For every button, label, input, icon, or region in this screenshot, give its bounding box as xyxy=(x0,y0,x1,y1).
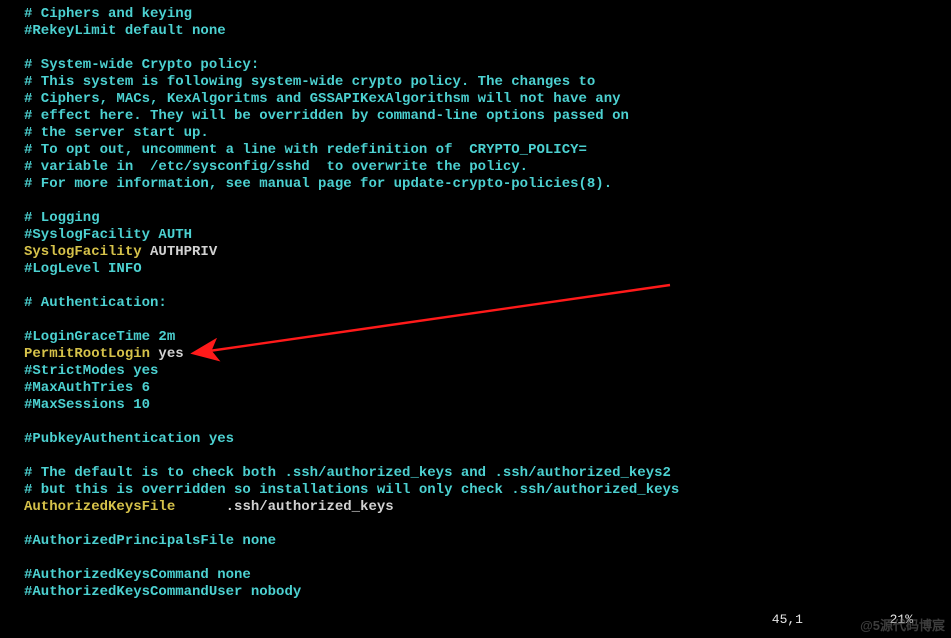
code-line xyxy=(24,448,941,465)
code-line: # variable in /etc/sysconfig/sshd to ove… xyxy=(24,159,941,176)
editor-viewport[interactable]: # Ciphers and keying#RekeyLimit default … xyxy=(24,6,941,608)
code-line xyxy=(24,193,941,210)
code-line: PermitRootLogin yes xyxy=(24,346,941,363)
code-line: #MaxAuthTries 6 xyxy=(24,380,941,397)
code-line: #AuthorizedKeysCommand none xyxy=(24,567,941,584)
code-line: # System-wide Crypto policy: xyxy=(24,57,941,74)
code-line: #AuthorizedPrincipalsFile none xyxy=(24,533,941,550)
code-line: # For more information, see manual page … xyxy=(24,176,941,193)
code-line: SyslogFacility AUTHPRIV xyxy=(24,244,941,261)
code-line: # Logging xyxy=(24,210,941,227)
code-line: # Ciphers, MACs, KexAlgoritms and GSSAPI… xyxy=(24,91,941,108)
code-line: # the server start up. xyxy=(24,125,941,142)
code-line: AuthorizedKeysFile .ssh/authorized_keys xyxy=(24,499,941,516)
code-line: # To opt out, uncomment a line with rede… xyxy=(24,142,941,159)
code-line: #LogLevel INFO xyxy=(24,261,941,278)
code-line: # This system is following system-wide c… xyxy=(24,74,941,91)
code-line: #AuthorizedKeysCommandUser nobody xyxy=(24,584,941,601)
code-line: #StrictModes yes xyxy=(24,363,941,380)
code-line: #SyslogFacility AUTH xyxy=(24,227,941,244)
code-line xyxy=(24,414,941,431)
code-line: #LoginGraceTime 2m xyxy=(24,329,941,346)
code-line xyxy=(24,516,941,533)
code-line xyxy=(24,550,941,567)
code-line xyxy=(24,40,941,57)
code-line xyxy=(24,312,941,329)
code-line: # but this is overridden so installation… xyxy=(24,482,941,499)
code-line: # Ciphers and keying xyxy=(24,6,941,23)
code-line: #RekeyLimit default none xyxy=(24,23,941,40)
code-line: #PubkeyAuthentication yes xyxy=(24,431,941,448)
code-line: # The default is to check both .ssh/auth… xyxy=(24,465,941,482)
code-line: # Authentication: xyxy=(24,295,941,312)
code-line xyxy=(24,278,941,295)
watermark-text: @5源代码博宸 xyxy=(860,617,945,634)
code-line: #MaxSessions 10 xyxy=(24,397,941,414)
code-line: # effect here. They will be overridden b… xyxy=(24,108,941,125)
